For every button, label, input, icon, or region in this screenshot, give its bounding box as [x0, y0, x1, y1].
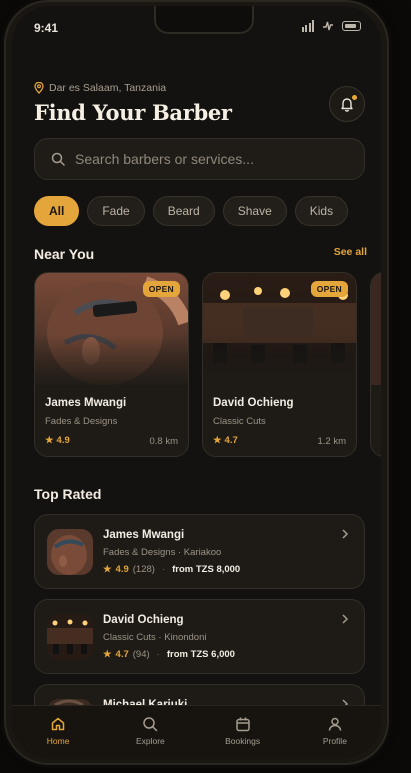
star-icon: ★	[45, 435, 54, 446]
barber-thumbnail	[47, 529, 93, 575]
star-icon: ★	[103, 649, 112, 660]
barber-meta: ★ 4.7 (94) · from TZS 6,000	[103, 649, 235, 660]
filter-chips: All Fade Beard Shave Kids	[34, 196, 349, 226]
status-icons	[301, 20, 361, 32]
barber-specialty: Classic Cuts	[213, 416, 266, 427]
section-title-near-you: Near You	[34, 246, 95, 262]
barbershop-thumbnail	[47, 614, 93, 660]
open-badge: OPEN	[310, 281, 348, 297]
tab-bookings[interactable]: Bookings	[197, 706, 289, 759]
separator-dot: ·	[156, 649, 160, 660]
price-label: from TZS 8,000	[172, 564, 241, 575]
separator-dot: ·	[161, 564, 166, 575]
barber-subtitle: Classic Cuts · Kinondoni	[103, 632, 207, 643]
search-icon	[51, 152, 65, 166]
barber-subtitle: Fades & Designs · Kariakoo	[103, 547, 222, 558]
barber-card-partial[interactable]	[370, 272, 381, 457]
app-screen: 9:41 Dar es Salaam, Tanzania Find Your B…	[12, 6, 381, 759]
list-item[interactable]: James Mwangi Fades & Designs · Kariakoo …	[34, 514, 365, 589]
home-icon	[51, 717, 65, 731]
barber-name: David Ochieng	[213, 397, 294, 409]
barber-card[interactable]: OPEN David Ochieng Classic Cuts ★ 4.7 1.2…	[202, 272, 357, 457]
tab-explore[interactable]: Explore	[104, 706, 196, 759]
barber-distance: 1.2 km	[317, 436, 346, 447]
review-count: (94)	[132, 649, 150, 660]
open-badge: OPEN	[142, 281, 180, 297]
page-title: Find Your Barber	[34, 100, 232, 125]
see-all-link[interactable]: See all	[334, 246, 367, 258]
search-input[interactable]	[75, 151, 345, 167]
tab-label: Profile	[322, 736, 347, 746]
phone-frame: 9:41 Dar es Salaam, Tanzania Find Your B…	[4, 0, 389, 765]
location-label: Dar es Salaam, Tanzania	[49, 82, 167, 94]
list-item[interactable]: David Ochieng Classic Cuts · Kinondoni ★…	[34, 599, 365, 674]
bottom-tab-bar: Home Explore Bookings Profile	[12, 705, 381, 759]
barber-rating: ★ 4.9	[45, 435, 70, 446]
barber-name: James Mwangi	[45, 397, 127, 409]
tab-label: Home	[46, 736, 70, 746]
barber-photo	[371, 273, 381, 385]
near-you-carousel: OPEN James Mwangi Fades & Designs ★ 4.9 0…	[34, 272, 381, 457]
search-icon	[143, 717, 158, 732]
star-icon: ★	[213, 435, 222, 446]
user-icon	[328, 717, 342, 731]
price-label: from TZS 6,000	[166, 649, 235, 660]
calendar-icon	[235, 717, 250, 732]
barber-specialty: Fades & Designs	[45, 416, 118, 427]
notifications-button[interactable]	[329, 86, 365, 122]
filter-chip-beard[interactable]: Beard	[152, 196, 215, 226]
rating-value: 4.9	[115, 564, 129, 575]
barber-name: James Mwangi	[103, 529, 185, 541]
section-title-top-rated: Top Rated	[34, 486, 102, 502]
location[interactable]: Dar es Salaam, Tanzania	[34, 82, 166, 94]
dynamic-island	[154, 6, 254, 34]
tab-label: Explore	[135, 736, 165, 746]
rating-value: 4.7	[115, 649, 129, 660]
barber-name: David Ochieng	[103, 614, 184, 626]
filter-chip-fade[interactable]: Fade	[87, 196, 145, 226]
tab-label: Bookings	[225, 736, 261, 746]
battery-icon	[342, 21, 361, 31]
barber-meta: ★ 4.9 (128) · from TZS 8,000	[103, 564, 240, 575]
barbershop-photo: OPEN	[203, 273, 356, 385]
status-time: 9:41	[34, 21, 59, 35]
notification-dot	[351, 94, 358, 101]
chevron-right-icon	[342, 614, 349, 624]
tab-home[interactable]: Home	[12, 706, 104, 759]
review-count: (128)	[132, 564, 155, 575]
star-icon: ★	[103, 564, 112, 575]
barber-card[interactable]: OPEN James Mwangi Fades & Designs ★ 4.9 0…	[34, 272, 189, 457]
filter-chip-shave[interactable]: Shave	[222, 196, 287, 226]
barber-rating: ★ 4.7	[213, 435, 238, 446]
barber-photo: OPEN	[35, 273, 188, 385]
activity-icon	[323, 21, 333, 31]
filter-chip-all[interactable]: All	[34, 196, 80, 226]
barber-distance: 0.8 km	[149, 436, 178, 447]
tab-profile[interactable]: Profile	[289, 706, 381, 759]
filter-chip-kids[interactable]: Kids	[294, 196, 349, 226]
signal-icon	[301, 20, 314, 32]
map-pin-icon	[34, 82, 44, 94]
search-bar[interactable]	[34, 138, 365, 180]
chevron-right-icon	[342, 529, 349, 539]
